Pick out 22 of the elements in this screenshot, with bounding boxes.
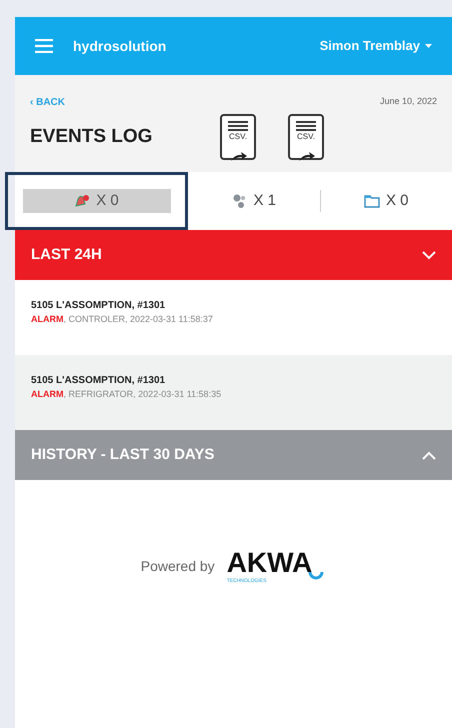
event-detail: ALARM, CONTROLER, 2022-03-31 11:58:37	[31, 313, 214, 326]
event-location: 5105 L'ASSOMPTION, #1301	[31, 299, 166, 313]
powered-by-label: Powered by	[140, 557, 215, 576]
menu-icon[interactable]	[35, 39, 53, 53]
chevron-up-icon	[422, 450, 436, 460]
caret-icon	[425, 44, 432, 48]
app-name: hydrosolution	[73, 36, 166, 56]
date-label: June 10, 2022	[380, 95, 437, 108]
chevron-down-icon	[422, 250, 436, 260]
event-location: 5105 L'ASSOMPTION, #1301	[31, 374, 166, 388]
filter-tab[interactable]: X 0	[5, 172, 188, 230]
bell-icon	[74, 194, 90, 208]
folder-icon	[364, 194, 380, 208]
page-title: EVENTS LOG	[30, 124, 154, 149]
event-row[interactable]: 5105 L'ASSOMPTION, #1301 ALARM, CONTROLER, 2022-03-31 11:58:37	[15, 280, 452, 355]
csv-export-button[interactable]: CSV.	[288, 114, 324, 160]
filter-tab[interactable]: X 1	[188, 172, 320, 230]
filter-tab[interactable]: X 0	[320, 172, 452, 230]
event-detail: ALARM, REFRIGRATOR, 2022-03-31 11:58:35	[31, 388, 222, 401]
sensor-icon	[231, 193, 248, 209]
csv-export-button[interactable]: CSV.	[220, 114, 256, 160]
section-header[interactable]: LAST 24H	[15, 230, 452, 280]
